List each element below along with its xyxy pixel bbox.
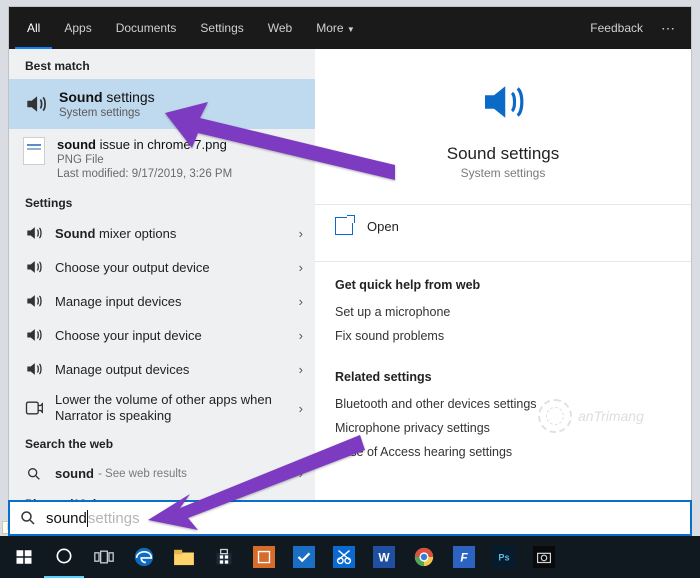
- results-column: Best match Sound settings System setting…: [9, 49, 315, 515]
- chevron-right-icon: ›: [299, 362, 303, 377]
- narrator-icon: [23, 397, 45, 419]
- taskbar-app-check[interactable]: [284, 536, 324, 578]
- sound-icon: [23, 222, 45, 244]
- sound-icon: [23, 91, 49, 117]
- quick-help-link-mic[interactable]: Set up a microphone: [335, 300, 671, 324]
- tab-settings[interactable]: Settings: [188, 7, 255, 49]
- section-best-match: Best match: [9, 49, 315, 79]
- search-icon: [23, 463, 45, 485]
- taskbar-photoshop[interactable]: Ps: [484, 536, 524, 578]
- setting-sound-mixer[interactable]: Sound mixer options ›: [9, 216, 315, 250]
- taskbar-app-snip[interactable]: [324, 536, 364, 578]
- file-result[interactable]: sound issue in chrome 7.png PNG File Las…: [9, 129, 315, 190]
- web-search-result[interactable]: sound - See web results ›: [9, 457, 315, 491]
- search-icon: [10, 509, 46, 527]
- best-match-result[interactable]: Sound settings System settings: [9, 79, 315, 129]
- quick-help-link-fix-sound[interactable]: Fix sound problems: [335, 324, 671, 348]
- chevron-right-icon: ›: [299, 328, 303, 343]
- open-action[interactable]: Open: [315, 205, 691, 247]
- open-icon: [335, 217, 353, 235]
- file-result-title: sound issue in chrome 7.png: [57, 137, 232, 152]
- chevron-right-icon: ›: [299, 226, 303, 241]
- section-web: Search the web: [9, 431, 315, 457]
- taskbar-app-camera[interactable]: [524, 536, 564, 578]
- chevron-right-icon: ›: [299, 466, 303, 481]
- related-heading: Related settings: [335, 370, 671, 384]
- search-autocomplete-ghost: settings: [88, 510, 140, 527]
- watermark: anTrimang: [538, 396, 658, 436]
- svg-text:F: F: [460, 551, 468, 565]
- start-button[interactable]: [4, 536, 44, 578]
- more-options-button[interactable]: ⋯: [651, 20, 685, 37]
- tab-web[interactable]: Web: [256, 7, 304, 49]
- search-input[interactable]: soundsettings: [8, 500, 692, 536]
- setting-manage-input[interactable]: Manage input devices ›: [9, 284, 315, 318]
- sound-icon: [23, 290, 45, 312]
- sound-icon: [23, 358, 45, 380]
- chevron-right-icon: ›: [299, 294, 303, 309]
- setting-output-device[interactable]: Choose your output device ›: [9, 250, 315, 284]
- chevron-right-icon: ›: [299, 260, 303, 275]
- cortana-search-button[interactable]: [44, 536, 84, 578]
- task-view-button[interactable]: [84, 536, 124, 578]
- taskbar-file-explorer[interactable]: [164, 536, 204, 578]
- taskbar-word[interactable]: W: [364, 536, 404, 578]
- best-match-subtitle: System settings: [59, 107, 155, 119]
- svg-text:W: W: [378, 551, 390, 565]
- tab-more[interactable]: More ▼: [304, 7, 367, 49]
- sound-icon-large: [476, 75, 530, 129]
- search-typed-text: sound: [46, 510, 87, 527]
- file-result-modified: Last modified: 9/17/2019, 3:26 PM: [57, 168, 232, 180]
- taskbar-app-f[interactable]: F: [444, 536, 484, 578]
- taskbar: W F Ps: [0, 536, 700, 578]
- best-match-title: Sound settings: [59, 89, 155, 105]
- taskbar-edge[interactable]: [124, 536, 164, 578]
- taskbar-chrome[interactable]: [404, 536, 444, 578]
- setting-input-device[interactable]: Choose your input device ›: [9, 318, 315, 352]
- taskbar-app-orange[interactable]: [244, 536, 284, 578]
- sound-icon: [23, 324, 45, 346]
- detail-title: Sound settings: [315, 144, 691, 164]
- related-ease-hearing[interactable]: Ease of Access hearing settings: [335, 440, 671, 464]
- sound-icon: [23, 256, 45, 278]
- tab-apps[interactable]: Apps: [52, 7, 103, 49]
- setting-manage-output[interactable]: Manage output devices ›: [9, 352, 315, 386]
- tab-all[interactable]: All: [15, 7, 52, 49]
- search-filter-tabs: All Apps Documents Settings Web More ▼ F…: [9, 7, 691, 49]
- file-thumbnail-icon: [23, 137, 45, 165]
- quick-help-heading: Get quick help from web: [335, 278, 671, 292]
- feedback-link[interactable]: Feedback: [582, 21, 651, 35]
- setting-narrator-volume[interactable]: Lower the volume of other apps when Narr…: [9, 386, 315, 431]
- chevron-right-icon: ›: [299, 401, 303, 416]
- detail-subtitle: System settings: [315, 166, 691, 180]
- section-settings: Settings: [9, 190, 315, 216]
- detail-pane: Sound settings System settings Open Get …: [315, 49, 691, 515]
- svg-text:Ps: Ps: [498, 553, 509, 563]
- taskbar-store[interactable]: [204, 536, 244, 578]
- tab-documents[interactable]: Documents: [104, 7, 189, 49]
- file-result-type: PNG File: [57, 154, 232, 166]
